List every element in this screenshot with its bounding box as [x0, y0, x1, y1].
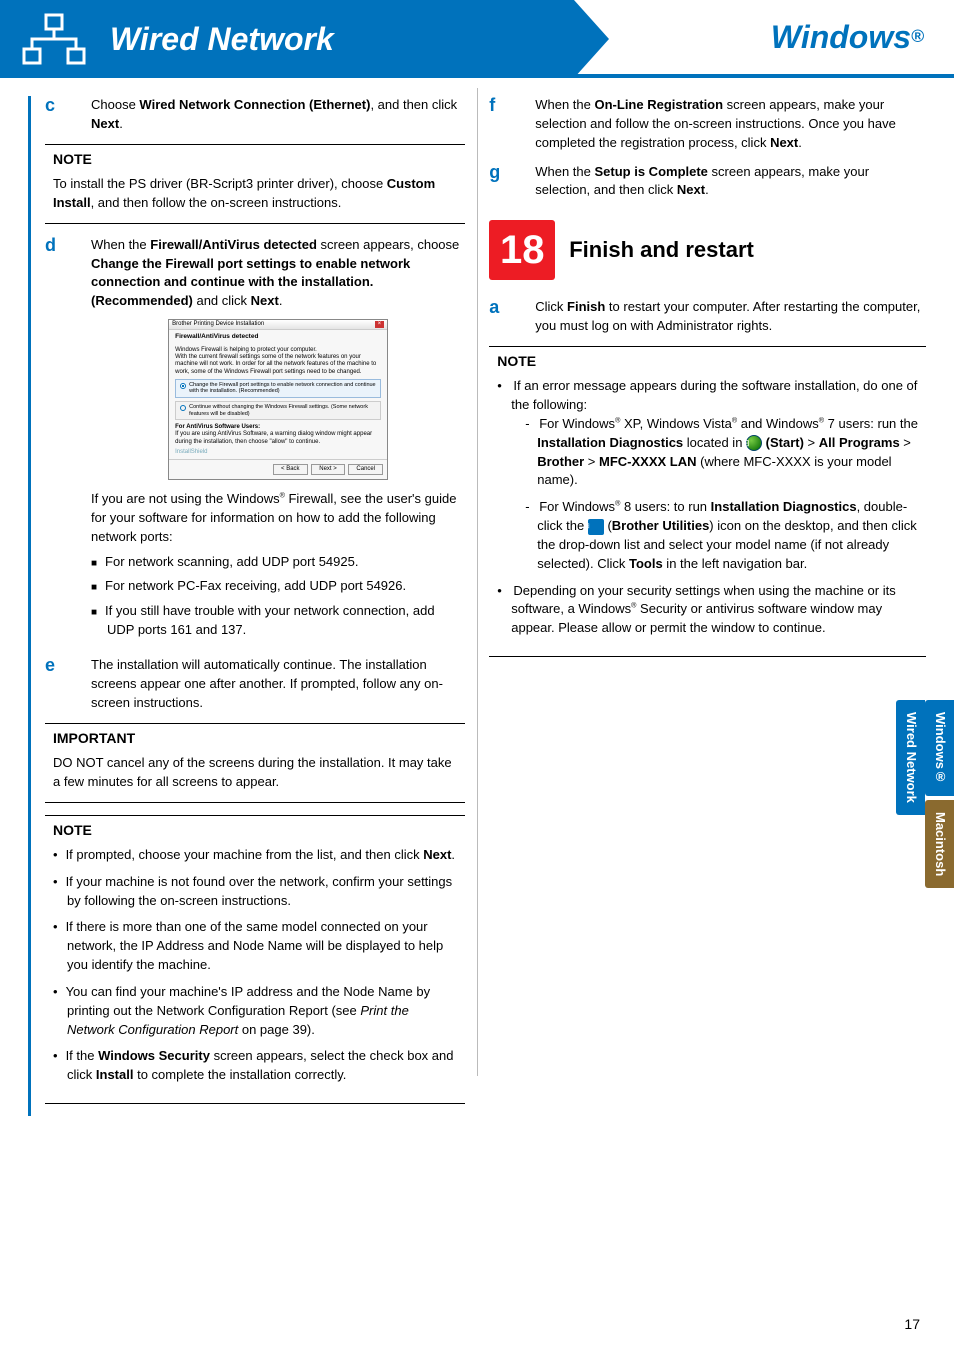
dialog-body: Windows Firewall is helping to protect y…	[169, 344, 387, 449]
note-heading: NOTE	[497, 351, 542, 371]
note-heading: NOTE	[53, 820, 98, 840]
start-icon: ⊞	[746, 435, 762, 451]
list-item: For Windows® 8 users: to run Installatio…	[525, 498, 918, 573]
list-item: For network scanning, add UDP port 54925…	[91, 553, 465, 572]
cancel-button[interactable]: Cancel	[348, 464, 383, 475]
important-text: DO NOT cancel any of the screens during …	[53, 754, 457, 792]
left-column: c Choose Wired Network Connection (Ether…	[28, 96, 465, 1116]
step-letter-a: a	[489, 298, 535, 336]
step-g: g When the Setup is Complete screen appe…	[489, 163, 926, 201]
header-title-right: Windows®	[574, 0, 954, 78]
radio-icon	[180, 405, 186, 411]
installshield-label: InstallShield	[169, 449, 387, 459]
dialog-titlebar: Brother Printing Device Installation ×	[169, 320, 387, 330]
list-item: If there is more than one of the same mo…	[53, 918, 457, 975]
step-18-title: Finish and restart	[569, 234, 754, 266]
note-heading: NOTE	[53, 149, 98, 169]
list-item: You can find your machine's IP address a…	[53, 983, 457, 1040]
note-list: If prompted, choose your machine from th…	[53, 846, 457, 1085]
step-c: c Choose Wired Network Connection (Ether…	[45, 96, 465, 134]
step-f-body: When the On-Line Registration screen app…	[535, 96, 926, 153]
page-number: 17	[904, 1314, 920, 1334]
side-tabs: Wired Network Windows® Macintosh	[896, 700, 954, 888]
step-a: a Click Finish to restart your computer.…	[489, 298, 926, 336]
dialog-option-recommended[interactable]: Change the Firewall port settings to ena…	[175, 379, 381, 398]
ports-list: For network scanning, add UDP port 54925…	[91, 553, 465, 640]
brother-utilities-icon: ⊞	[588, 519, 604, 535]
sublist: For Windows® XP, Windows Vista® and Wind…	[511, 415, 918, 574]
step-f: f When the On-Line Registration screen a…	[489, 96, 926, 153]
list-item: Depending on your security settings when…	[497, 582, 918, 639]
header-title-left: Wired Network	[110, 16, 334, 62]
next-button[interactable]: Next >	[311, 464, 345, 475]
right-column: f When the On-Line Registration screen a…	[489, 96, 926, 1116]
tab-macintosh[interactable]: Macintosh	[925, 800, 954, 888]
header-left: Wired Network	[0, 0, 574, 78]
step-letter-d: d	[45, 236, 91, 646]
back-button[interactable]: < Back	[273, 464, 308, 475]
list-item: If the Windows Security screen appears, …	[53, 1047, 457, 1085]
step-letter-f: f	[489, 96, 535, 153]
step-d: d When the Firewall/AntiVirus detected s…	[45, 236, 465, 646]
windows-label: Windows	[771, 14, 911, 60]
dialog-buttons: < Back Next > Cancel	[169, 459, 387, 479]
firewall-ports-paragraph: If you are not using the Windows® Firewa…	[91, 490, 465, 547]
list-item: If an error message appears during the s…	[497, 377, 918, 573]
step-g-body: When the Setup is Complete screen appear…	[535, 163, 926, 201]
antivirus-heading: For AntiVirus Software Users:	[175, 424, 381, 431]
close-icon[interactable]: ×	[375, 321, 385, 328]
step-a-body: Click Finish to restart your computer. A…	[535, 298, 926, 336]
note-ps-driver: NOTE To install the PS driver (BR-Script…	[45, 144, 465, 224]
step-letter-g: g	[489, 163, 535, 201]
step-c-body: Choose Wired Network Connection (Etherne…	[91, 96, 465, 134]
note-list: If an error message appears during the s…	[497, 377, 918, 638]
list-item: If your machine is not found over the ne…	[53, 873, 457, 911]
dialog-heading: Firewall/AntiVirus detected	[169, 330, 387, 344]
list-item: If prompted, choose your machine from th…	[53, 846, 457, 865]
tab-windows[interactable]: Windows®	[925, 700, 954, 796]
step-letter-e: e	[45, 656, 91, 713]
wired-network-icon	[18, 11, 90, 67]
reg-mark: ®	[911, 24, 924, 50]
step-18-header: 18 Finish and restart	[489, 220, 926, 280]
page-header: Wired Network Windows®	[0, 0, 954, 78]
note-network-list: NOTE If prompted, choose your machine fr…	[45, 815, 465, 1105]
list-item: If you still have trouble with your netw…	[91, 602, 465, 640]
list-item: For Windows® XP, Windows Vista® and Wind…	[525, 415, 918, 490]
important-box: IMPORTANT DO NOT cancel any of the scree…	[45, 723, 465, 803]
column-separator	[477, 88, 478, 1076]
step-e-body: The installation will automatically cont…	[91, 656, 465, 713]
step-letter-c: c	[45, 96, 91, 134]
dialog-option-continue[interactable]: Continue without changing the Windows Fi…	[175, 401, 381, 420]
step-e: e The installation will automatically co…	[45, 656, 465, 713]
list-item: For network PC-Fax receiving, add UDP po…	[91, 577, 465, 596]
radio-icon	[180, 383, 186, 389]
tab-wired-network[interactable]: Wired Network	[896, 700, 925, 815]
important-heading: IMPORTANT	[53, 728, 141, 748]
firewall-dialog: Brother Printing Device Installation × F…	[168, 319, 388, 480]
note-error-message: NOTE If an error message appears during …	[489, 346, 926, 657]
step-number-badge: 18	[489, 220, 555, 280]
step-d-body: When the Firewall/AntiVirus detected scr…	[91, 236, 465, 646]
